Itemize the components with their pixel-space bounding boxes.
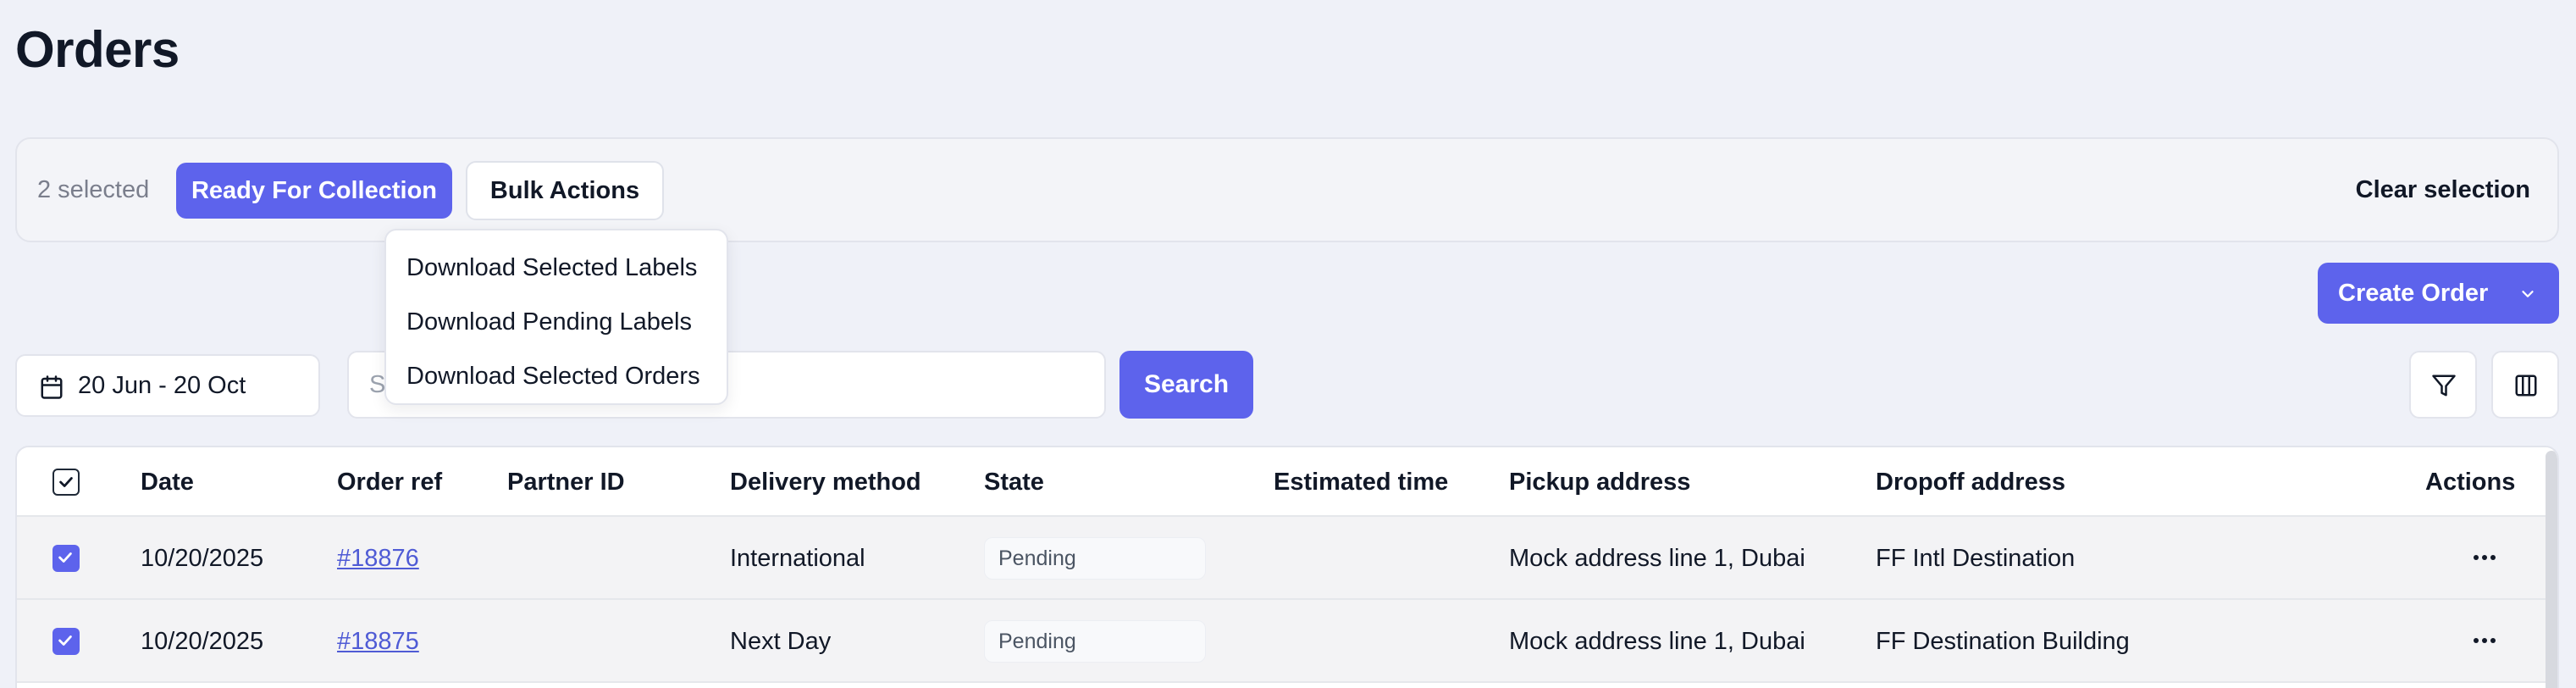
- columns-button[interactable]: [2491, 351, 2559, 419]
- date-range-picker[interactable]: 20 Jun - 20 Oct: [15, 354, 320, 417]
- bulk-actions-button[interactable]: Bulk Actions: [466, 161, 664, 220]
- page-title: Orders: [15, 21, 180, 78]
- check-icon: [58, 552, 72, 563]
- clear-selection-button[interactable]: Clear selection: [2356, 139, 2530, 241]
- column-header-dropoff-address[interactable]: Dropoff address: [1876, 447, 2065, 517]
- menu-item-download-pending-labels[interactable]: Download Pending Labels: [386, 295, 727, 349]
- order-ref-cell: #18875: [337, 600, 419, 683]
- bulk-actions-menu: Download Selected Labels Download Pendin…: [384, 229, 728, 405]
- delivery-method: International: [730, 545, 865, 572]
- delivery-method: Next Day: [730, 628, 832, 655]
- column-header-actions: Actions: [2425, 469, 2516, 496]
- calendar-icon: [41, 375, 63, 399]
- filter-icon: [2432, 375, 2456, 397]
- table-header: Date Order ref Partner ID Delivery metho…: [17, 447, 2557, 517]
- column-header-date[interactable]: Date: [141, 447, 194, 517]
- more-horizontal-icon[interactable]: [2469, 549, 2500, 566]
- column-header-partner-id[interactable]: Partner ID: [507, 447, 625, 517]
- check-icon: [58, 635, 72, 646]
- order-date: 10/20/2025: [141, 545, 264, 572]
- menu-item-download-selected-orders[interactable]: Download Selected Orders: [386, 349, 727, 403]
- table-row[interactable]: 10/20/2025 #18876 International Pending …: [17, 517, 2557, 600]
- pickup-address: Mock address line 1, Dubai: [1509, 545, 1805, 572]
- menu-item-download-selected-labels[interactable]: Download Selected Labels: [386, 241, 727, 295]
- check-icon: [59, 477, 73, 487]
- status-badge: Pending: [984, 620, 1206, 663]
- column-header-pickup-address[interactable]: Pickup address: [1509, 447, 1690, 517]
- search-button[interactable]: Search: [1119, 351, 1253, 419]
- create-order-button[interactable]: Create Order: [2318, 263, 2559, 324]
- order-ref-link[interactable]: #18875: [337, 628, 419, 655]
- table-scrollbar[interactable]: [2546, 451, 2557, 688]
- selected-count: 2 selected: [37, 176, 150, 203]
- pickup-address: Mock address line 1, Dubai: [1509, 628, 1805, 655]
- date-range-text: 20 Jun - 20 Oct: [78, 372, 246, 399]
- column-header-order-ref[interactable]: Order ref: [337, 447, 442, 517]
- columns-icon: [2515, 375, 2537, 397]
- more-horizontal-icon[interactable]: [2469, 632, 2500, 649]
- table-row[interactable]: 10/20/2025 #18875 Next Day Pending Mock …: [17, 600, 2557, 683]
- column-header-delivery-method[interactable]: Delivery method: [730, 447, 921, 517]
- row-checkbox[interactable]: [53, 628, 80, 655]
- order-ref-cell: #18876: [337, 517, 419, 600]
- selection-bar: 2 selected Ready For Collection Bulk Act…: [15, 137, 2559, 242]
- order-date: 10/20/2025: [141, 628, 264, 655]
- orders-table: Date Order ref Partner ID Delivery metho…: [15, 446, 2559, 688]
- filter-button[interactable]: [2409, 351, 2477, 419]
- chevron-down-icon[interactable]: [2518, 285, 2537, 303]
- dropoff-address: FF Intl Destination: [1876, 545, 2076, 572]
- create-order-label: Create Order: [2338, 280, 2489, 307]
- row-checkbox[interactable]: [53, 545, 80, 572]
- column-header-estimated-time[interactable]: Estimated time: [1274, 447, 1448, 517]
- order-ref-link[interactable]: #18876: [337, 545, 419, 572]
- dropoff-address: FF Destination Building: [1876, 628, 2130, 655]
- select-all-checkbox[interactable]: [53, 469, 80, 496]
- ready-for-collection-button[interactable]: Ready For Collection: [176, 163, 452, 219]
- column-header-state[interactable]: State: [984, 447, 1044, 517]
- status-badge: Pending: [984, 537, 1206, 580]
